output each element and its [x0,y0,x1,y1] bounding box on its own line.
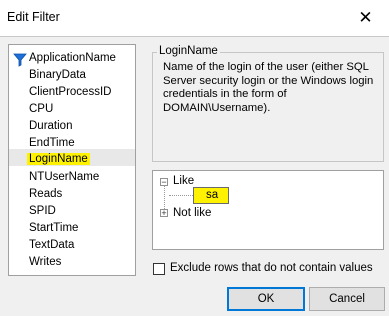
like-value-text: sa [206,189,219,201]
list-item-cpu[interactable]: CPU [29,101,53,117]
list-item-reads[interactable]: Reads [29,186,62,202]
list-item-loginname-label: LoginName [27,153,90,165]
list-item-ntusername[interactable]: NTUserName [29,169,99,185]
column-list[interactable]: ApplicationName BinaryData ClientProcess… [8,44,136,276]
exclude-rows-checkbox[interactable] [153,263,165,275]
ok-button[interactable]: OK [227,287,305,311]
title-divider [0,36,389,37]
like-value-field[interactable]: sa [193,187,229,204]
list-item-writes[interactable]: Writes [29,254,61,270]
condition-tree[interactable]: − Like sa + Not like [152,170,384,250]
list-item-applicationname[interactable]: ApplicationName [29,50,116,66]
collapse-like-toggle[interactable]: − [160,178,168,187]
filter-icon [13,53,27,67]
window-title: Edit Filter [7,10,60,24]
list-item-loginname[interactable]: LoginName [27,151,90,167]
list-item-duration[interactable]: Duration [29,118,72,134]
close-button[interactable]: ✕ [342,0,389,36]
exclude-rows-label[interactable]: Exclude rows that do not contain values [170,262,373,274]
expand-not-like-toggle[interactable]: + [160,209,168,218]
column-description: Name of the login of the user (either SQ… [163,61,374,114]
cancel-button[interactable]: Cancel [309,287,385,311]
list-item-starttime[interactable]: StartTime [29,220,78,236]
list-item-spid[interactable]: SPID [29,203,56,219]
tree-node-not-like[interactable]: Not like [173,206,211,220]
tree-node-like[interactable]: Like [173,174,194,188]
description-group-title: LoginName [157,45,220,57]
close-icon: ✕ [358,8,373,27]
list-item-textdata[interactable]: TextData [29,237,74,253]
list-item-binarydata[interactable]: BinaryData [29,67,86,83]
list-item-endtime[interactable]: EndTime [29,135,75,151]
tree-connector-branch [169,195,193,196]
list-item-clientprocessid[interactable]: ClientProcessID [29,84,111,100]
